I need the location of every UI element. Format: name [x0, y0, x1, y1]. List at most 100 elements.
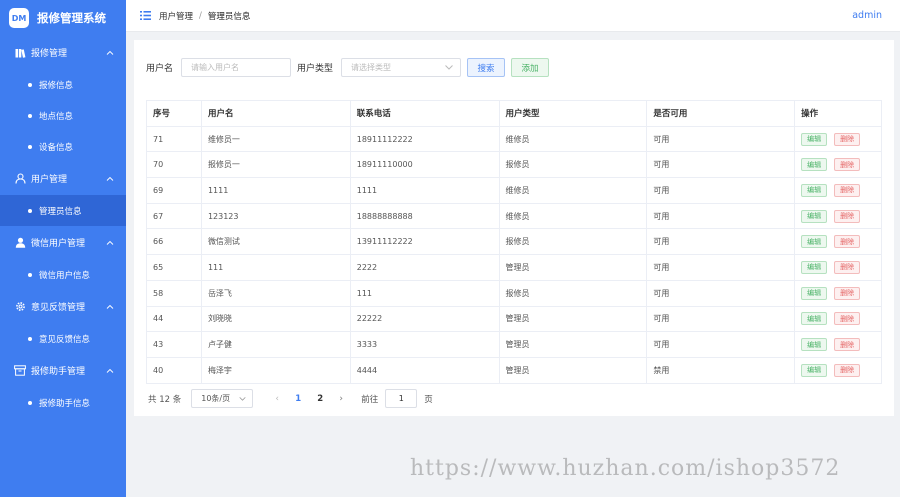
page-1-button[interactable]: 1 — [287, 394, 309, 404]
username-label: 用户名 — [146, 64, 174, 74]
page-2-button[interactable]: 2 — [309, 394, 331, 404]
delete-button[interactable]: 删除 — [834, 209, 861, 223]
table-cell: 管理员 — [499, 357, 648, 384]
user-icon — [14, 173, 26, 185]
table-row: 66 微信测试 13911112222 报修员 可用 编辑 删除 — [147, 229, 883, 256]
edit-button[interactable]: 编辑 — [801, 338, 828, 352]
table-row: 69 1111 1111 维修员 可用 编辑 删除 — [147, 178, 883, 204]
sidebar-item-2-0[interactable]: 微信用户信息 — [0, 259, 126, 290]
delete-button[interactable]: 删除 — [834, 260, 861, 274]
chevron-down-icon — [239, 396, 246, 401]
sidebar-group-2[interactable]: 微信用户管理 — [0, 226, 126, 259]
brand: DM 报修管理系统 — [0, 0, 126, 36]
edit-button[interactable]: 编辑 — [801, 183, 828, 197]
filter-bar: 用户名 请输入用户名 用户类型 请选择类型 搜索 添加 — [146, 58, 550, 77]
table-cell: 18888888888 — [350, 203, 500, 230]
table-cell: 可用 — [647, 280, 796, 307]
book-icon — [14, 47, 26, 59]
delete-button[interactable]: 删除 — [834, 338, 861, 352]
delete-button[interactable]: 删除 — [834, 235, 861, 249]
table-cell: 可用 — [647, 152, 796, 179]
table-row: 71 维修员一 18911112222 维修员 可用 编辑 删除 — [147, 126, 883, 153]
table-cell: 报修员一 — [201, 152, 351, 179]
table-cell: 可用 — [647, 203, 796, 230]
menu-toggle-icon[interactable] — [140, 11, 151, 20]
sidebar-item-3-0[interactable]: 意见反馈信息 — [0, 323, 126, 354]
table-cell: 维修员 — [499, 126, 648, 153]
page-size-select[interactable]: 10条/页 — [191, 389, 254, 408]
admin-table: 序号 用户名 联系电话 用户类型 是否可用 操作 71 维修员一 18911112222 维修员可… — [146, 100, 883, 384]
table-cell: 可用 — [647, 306, 796, 333]
table-cell: 18911112222 — [350, 126, 500, 153]
column-header: 操作 — [795, 101, 883, 127]
search-button[interactable]: 搜索 — [467, 58, 506, 77]
edit-button[interactable]: 编辑 — [801, 286, 828, 300]
edit-button[interactable]: 编辑 — [801, 363, 828, 377]
prev-page-button[interactable]: ‹ — [267, 394, 287, 404]
sidebar-item-label: 意见反馈信息 — [39, 334, 91, 345]
table-cell: 报修员 — [499, 152, 648, 179]
table-cell: 报修员 — [499, 229, 648, 256]
row-actions: 编辑 删除 — [795, 229, 883, 256]
table-cell: 管理员 — [499, 306, 648, 333]
delete-button[interactable]: 删除 — [834, 312, 861, 326]
delete-button[interactable]: 删除 — [834, 363, 861, 377]
sidebar-group-3[interactable]: 意见反馈管理 — [0, 290, 126, 323]
pagination-total: 共 12 条 — [148, 394, 182, 405]
watermark: https://www.huzhan.com/ishop3572 — [410, 456, 841, 481]
breadcrumb-parent[interactable]: 用户管理 — [159, 10, 193, 22]
next-page-button[interactable]: › — [331, 394, 351, 404]
username-input[interactable]: 请输入用户名 — [181, 58, 292, 77]
delete-button[interactable]: 删除 — [834, 132, 861, 146]
sidebar-item-label: 报修信息 — [39, 80, 74, 91]
goto-page-input[interactable]: 1 — [385, 389, 418, 408]
delete-button[interactable]: 删除 — [834, 286, 861, 300]
sidebar-group-1[interactable]: 用户管理 — [0, 162, 126, 195]
delete-button[interactable]: 删除 — [834, 183, 861, 197]
brand-title: 报修管理系统 — [37, 11, 106, 25]
usertype-select[interactable]: 请选择类型 — [341, 58, 462, 77]
sidebar-group-4[interactable]: 报修助手管理 — [0, 354, 126, 387]
sidebar-group-label: 微信用户管理 — [31, 239, 86, 249]
delete-button[interactable]: 删除 — [834, 158, 861, 172]
add-button[interactable]: 添加 — [511, 58, 550, 77]
table-cell: 13911112222 — [350, 229, 500, 256]
sidebar-item-0-0[interactable]: 报修信息 — [0, 69, 126, 100]
column-header: 用户类型 — [499, 101, 648, 127]
column-header: 序号 — [147, 101, 202, 127]
chevron-down-icon — [445, 65, 453, 70]
edit-button[interactable]: 编辑 — [801, 132, 828, 146]
sidebar-item-0-1[interactable]: 地点信息 — [0, 100, 126, 131]
table-header: 序号 用户名 联系电话 用户类型 是否可用 操作 — [147, 101, 883, 127]
table-cell: 58 — [147, 280, 202, 307]
usertype-placeholder: 请选择类型 — [351, 63, 392, 72]
bullet-dot — [28, 400, 32, 405]
sidebar-item-0-2[interactable]: 设备信息 — [0, 131, 126, 162]
sidebar-item-1-0[interactable]: 管理员信息 — [0, 195, 126, 226]
sidebar-item-label: 设备信息 — [39, 142, 74, 153]
sidebar-menu: 报修管理 报修信息 地点信息 设备信息 用户管理 管理员信息 微信用户管理 微信用户信息 意见反… — [0, 36, 126, 418]
user-menu[interactable]: admin — [852, 10, 882, 21]
usertype-label: 用户类型 — [297, 64, 334, 74]
table-cell: 可用 — [647, 126, 796, 153]
edit-button[interactable]: 编辑 — [801, 158, 828, 172]
chevron-up-icon — [106, 368, 114, 373]
table-row: 40 梅泽宇 4444 管理员 禁用 编辑 删除 — [147, 357, 883, 384]
table-row: 70 报修员一 18911110000 报修员 可用 编辑 删除 — [147, 152, 883, 179]
logo: DM — [9, 8, 29, 28]
edit-button[interactable]: 编辑 — [801, 235, 828, 249]
breadcrumb-separator: / — [199, 10, 202, 21]
bullet-dot — [28, 144, 32, 149]
edit-button[interactable]: 编辑 — [801, 260, 828, 274]
edit-button[interactable]: 编辑 — [801, 209, 828, 223]
table-cell: 刘晓晓 — [201, 306, 351, 333]
edit-button[interactable]: 编辑 — [801, 312, 828, 326]
table-cell: 65 — [147, 255, 202, 281]
sidebar-group-0[interactable]: 报修管理 — [0, 36, 126, 69]
page-size-value: 10条/页 — [201, 394, 231, 403]
breadcrumb-current: 管理员信息 — [207, 11, 251, 22]
username-placeholder: 请输入用户名 — [191, 63, 240, 72]
sidebar-item-4-0[interactable]: 报修助手信息 — [0, 387, 126, 418]
table-cell: 梅泽宇 — [201, 357, 351, 384]
table-row: 58 岳泽飞 111 报修员 可用 编辑 删除 — [147, 280, 883, 307]
